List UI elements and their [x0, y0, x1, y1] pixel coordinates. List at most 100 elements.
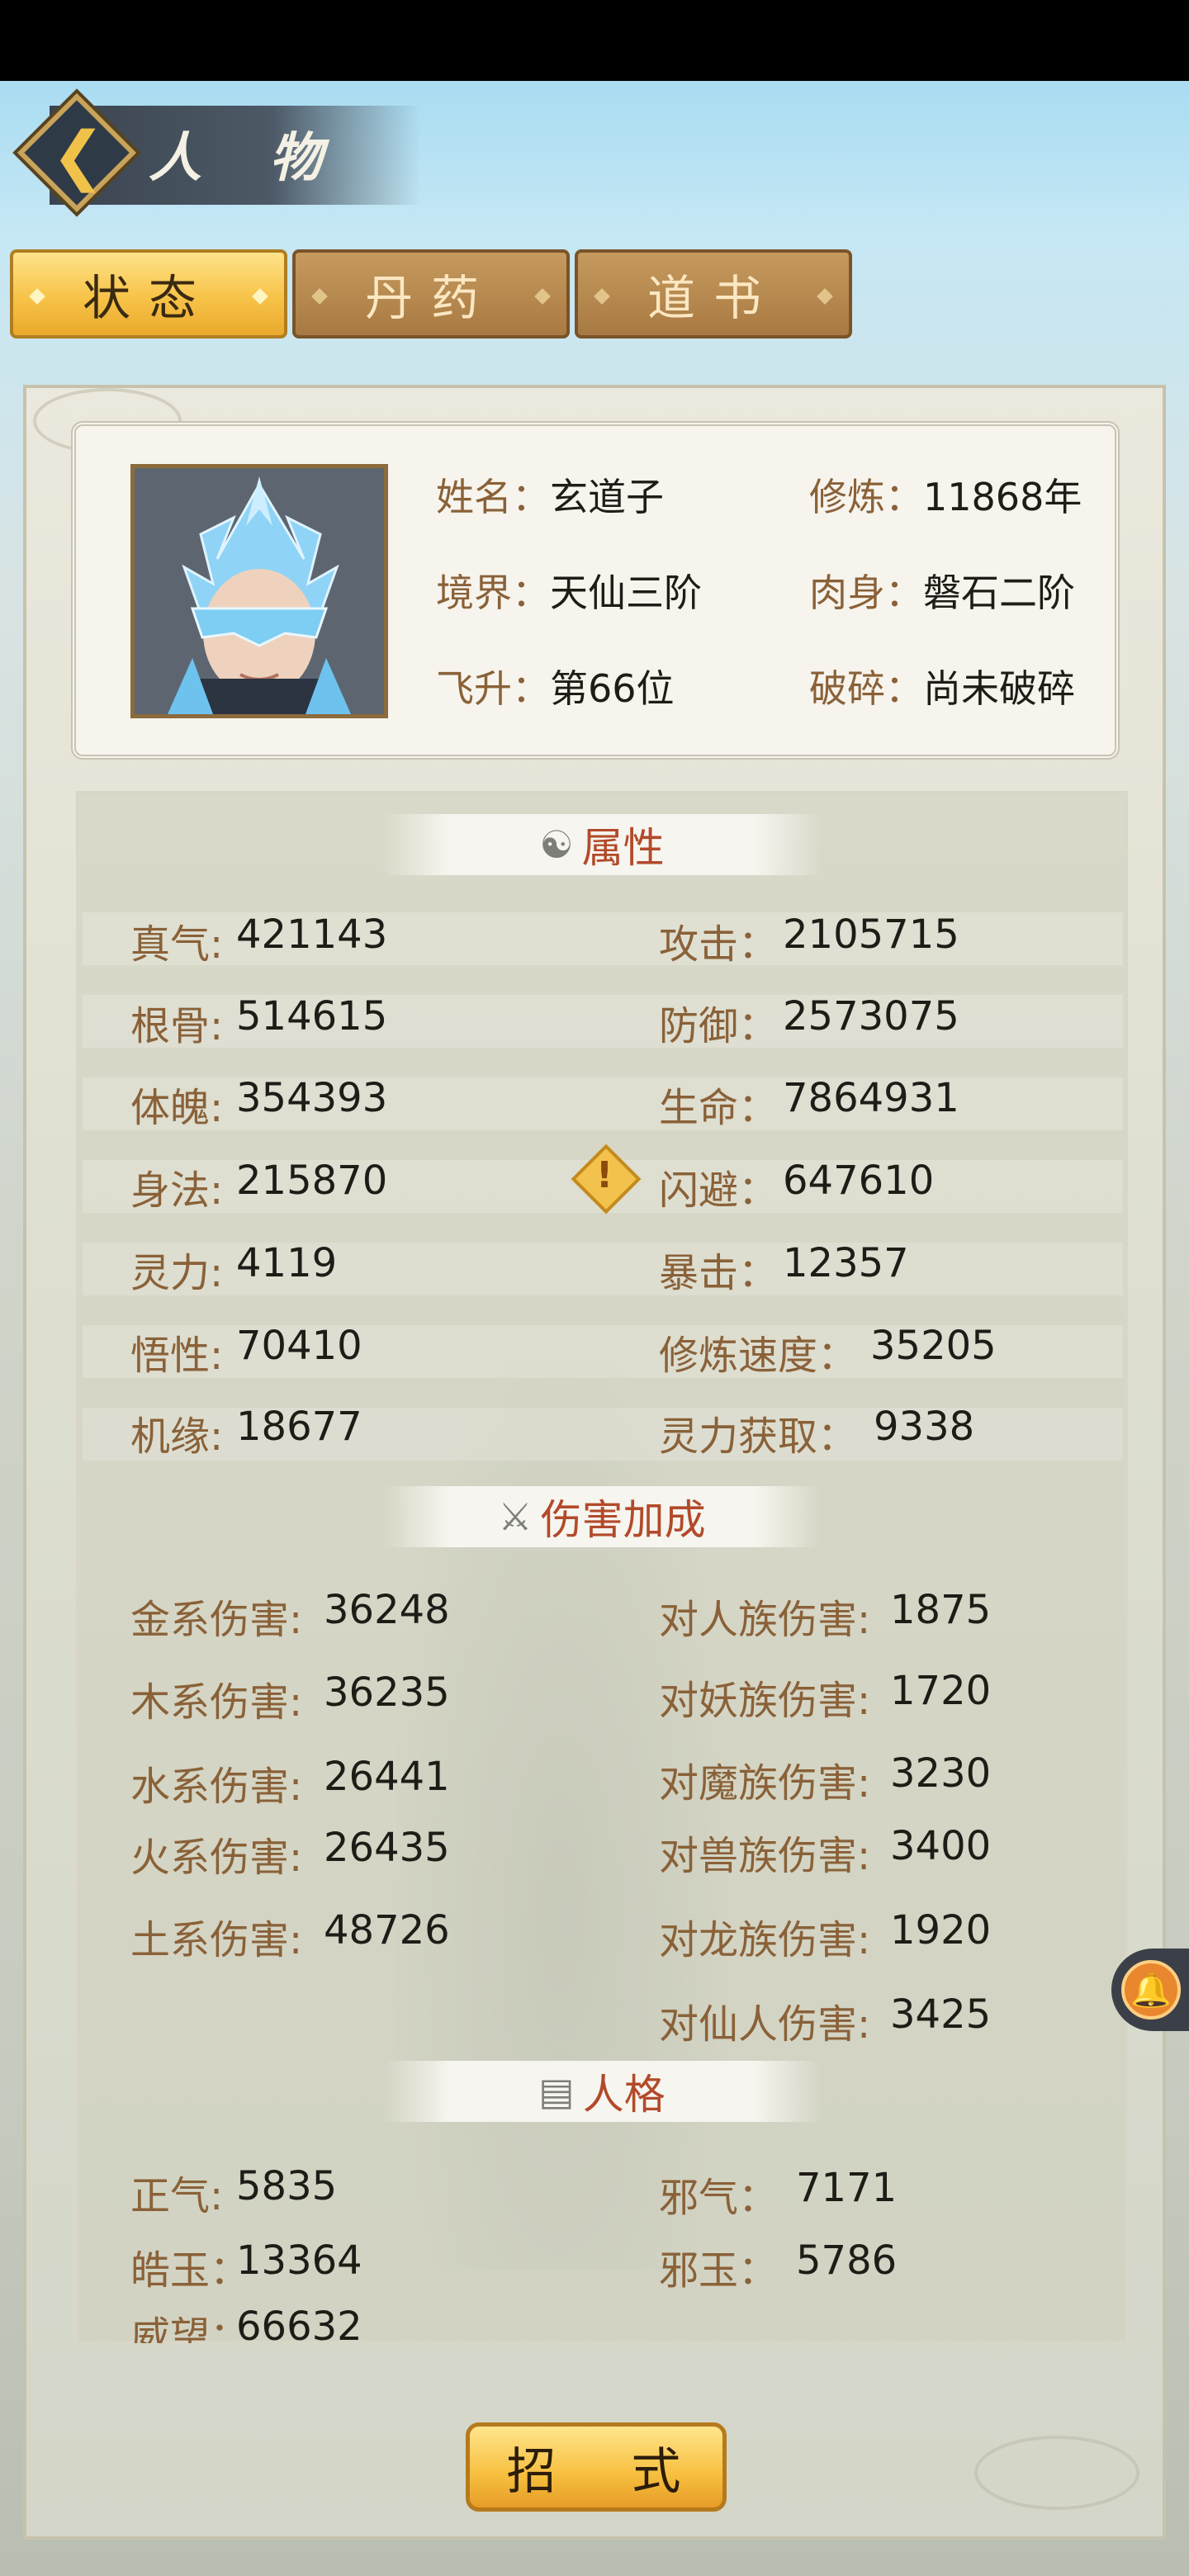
section-header-damage: ⚔ 伤害加成	[383, 1486, 821, 1547]
cultivation-value: 11868年	[923, 475, 1082, 519]
avatar-portrait	[135, 468, 384, 714]
attr-value: 18677	[236, 1404, 362, 1450]
realm-value: 天仙三阶	[550, 571, 702, 615]
attr-value: 215870	[236, 1158, 388, 1204]
yin-yang-icon: ☯	[539, 822, 574, 867]
personality-label: 邪玉：	[659, 2247, 779, 2294]
page-title: 人 物	[149, 127, 348, 189]
tab-label: 丹药	[364, 270, 497, 326]
tab-pills[interactable]: 丹药	[292, 249, 570, 339]
damage-value: 26441	[324, 1754, 450, 1800]
tab-ornament	[29, 288, 45, 305]
bell-icon: 🔔	[1121, 1960, 1181, 2020]
break-value: 尚未破碎	[923, 666, 1075, 711]
attr-value: 70410	[236, 1323, 362, 1369]
attr-label: 攻击：	[659, 921, 779, 968]
personality-label: 威望：	[130, 2313, 250, 2343]
damage-value: 1875	[890, 1587, 992, 1633]
tab-ornament	[817, 288, 833, 305]
chevron-left-icon: ❮	[51, 119, 106, 193]
ascend-label: 飞升：	[436, 666, 550, 711]
damage-label: 水系伤害:	[130, 1764, 303, 1810]
attr-value: 4119	[236, 1240, 338, 1286]
damage-value: 48726	[324, 1907, 450, 1953]
skills-button[interactable]: 招 式	[466, 2422, 727, 2512]
tab-label: 状态	[82, 270, 215, 326]
name-label: 姓名：	[436, 475, 550, 519]
damage-value: 1720	[890, 1668, 992, 1714]
damage-value: 3425	[890, 1991, 992, 2038]
attr-label: 暴击：	[659, 1250, 779, 1296]
personality-value: 7171	[796, 2165, 898, 2211]
attr-value: 2573075	[783, 993, 959, 1039]
attr-value: 647610	[783, 1158, 935, 1204]
break-label: 破碎：	[809, 666, 923, 711]
personality-value: 5835	[236, 2163, 338, 2209]
attr-label: 真气:	[130, 921, 224, 968]
document-icon: ▤	[538, 2069, 575, 2114]
attr-value: 7864931	[783, 1075, 959, 1121]
attr-label: 生命：	[659, 1085, 779, 1131]
warning-icon-mark: !	[596, 1154, 613, 1196]
realm-label: 境界：	[436, 571, 550, 615]
attr-label: 闪避：	[659, 1167, 779, 1214]
avatar[interactable]	[130, 464, 388, 718]
damage-label: 对龙族伤害:	[659, 1917, 871, 1963]
crossed-swords-icon: ⚔	[498, 1494, 533, 1539]
body-value: 磐石二阶	[923, 571, 1075, 615]
damage-label: 火系伤害:	[130, 1835, 303, 1881]
tab-ornament	[252, 288, 268, 305]
personality-value: 66632	[236, 2304, 362, 2343]
status-bar	[0, 0, 1189, 81]
attr-value: 12357	[783, 1240, 909, 1286]
damage-value: 1920	[890, 1907, 992, 1953]
notification-button[interactable]: 🔔	[1111, 1949, 1189, 2031]
section-header-attributes: ☯ 属性	[383, 814, 821, 875]
attr-label: 灵力:	[130, 1250, 224, 1296]
personality-label: 正气:	[130, 2173, 224, 2219]
attr-label: 修炼速度：	[659, 1333, 858, 1379]
section-title: 人格	[582, 2071, 666, 2119]
attr-label: 机缘:	[130, 1413, 224, 1460]
tab-books[interactable]: 道书	[575, 249, 852, 339]
personality-label: 皓玉：	[130, 2247, 250, 2294]
damage-value: 26435	[324, 1825, 450, 1871]
damage-label: 对人族伤害:	[659, 1597, 871, 1643]
attr-value: 514615	[236, 993, 388, 1039]
attr-label: 体魄:	[130, 1085, 224, 1131]
damage-label: 金系伤害:	[130, 1597, 303, 1643]
damage-value: 3230	[890, 1750, 992, 1797]
damage-label: 对兽族伤害:	[659, 1833, 871, 1879]
damage-label: 木系伤害:	[130, 1679, 303, 1726]
damage-label: 土系伤害:	[130, 1917, 303, 1963]
attr-value: 421143	[236, 912, 388, 958]
tab-ornament	[311, 288, 328, 305]
clipped-row: 威望： 66632	[124, 2304, 454, 2343]
skills-button-label: 招 式	[506, 2442, 711, 2501]
damage-label: 对魔族伤害:	[659, 1760, 871, 1807]
attr-label: 防御：	[659, 1003, 779, 1049]
attr-label: 悟性:	[130, 1333, 224, 1379]
back-button[interactable]: ❮	[15, 91, 139, 215]
name-value: 玄道子	[550, 475, 664, 519]
section-header-personality: ▤ 人格	[383, 2061, 821, 2122]
tab-status[interactable]: 状态	[10, 249, 287, 339]
personality-value: 13364	[236, 2237, 362, 2284]
attr-label: 身法:	[130, 1167, 224, 1214]
attr-label: 灵力获取：	[659, 1413, 858, 1460]
cultivation-label: 修炼：	[809, 475, 923, 519]
tab-label: 道书	[647, 270, 779, 326]
attr-label: 根骨:	[130, 1003, 224, 1049]
damage-label: 对妖族伤害:	[659, 1678, 871, 1724]
section-title: 伤害加成	[540, 1496, 706, 1544]
tab-ornament	[594, 288, 610, 305]
section-title: 属性	[581, 824, 665, 872]
damage-label: 对仙人伤害:	[659, 2001, 871, 2048]
damage-value: 3400	[890, 1823, 992, 1869]
tab-ornament	[534, 288, 551, 305]
body-label: 肉身：	[809, 571, 923, 615]
attr-value: 354393	[236, 1075, 388, 1121]
damage-value: 36248	[324, 1587, 450, 1633]
attr-value: 2105715	[783, 912, 959, 958]
attr-value: 9338	[874, 1404, 975, 1450]
